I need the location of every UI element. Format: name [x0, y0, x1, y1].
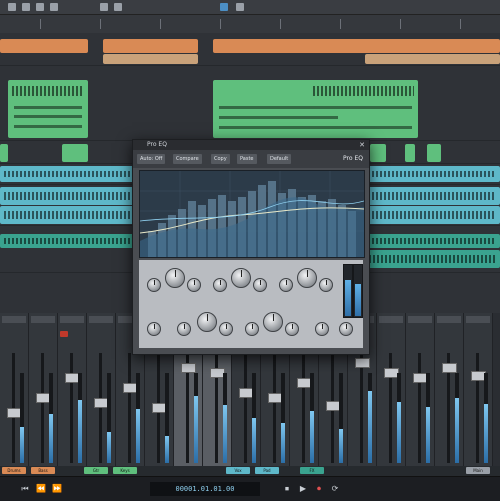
band-q-knob[interactable]	[253, 278, 267, 292]
track-lane	[0, 33, 500, 66]
channel-strip[interactable]	[406, 313, 435, 481]
fast-forward-icon[interactable]: ⏩	[52, 484, 62, 494]
copy-button[interactable]: Copy	[211, 154, 230, 164]
paste-button[interactable]: Paste	[237, 154, 257, 164]
rewind-icon[interactable]: ⏪	[36, 484, 46, 494]
volume-fader[interactable]	[442, 363, 457, 373]
channel-strip[interactable]	[58, 313, 87, 481]
band-freq-knob[interactable]	[165, 268, 185, 288]
band-freq-knob[interactable]	[231, 268, 251, 288]
midi-clip[interactable]	[370, 144, 386, 162]
record-arm-button[interactable]	[60, 331, 68, 337]
channel-name	[408, 316, 432, 323]
band-gain-knob[interactable]	[147, 322, 161, 336]
channel-tag[interactable]: Keys	[113, 467, 137, 474]
band-q-knob[interactable]	[187, 278, 201, 292]
channel-tag[interactable]: Pad	[255, 467, 279, 474]
automation-button[interactable]: Auto: Off	[137, 154, 166, 164]
channel-tag[interactable]: Vox	[226, 467, 250, 474]
plugin-window[interactable]: Pro EQ ✕ Auto: Off Compare Copy Paste De…	[132, 139, 370, 355]
audio-clip[interactable]	[0, 39, 88, 53]
channel-tag[interactable]: Gtr	[84, 467, 108, 474]
midi-clip[interactable]	[213, 80, 418, 138]
channel-tag[interactable]: Bass	[31, 467, 55, 474]
default-button[interactable]: Default	[267, 154, 292, 164]
volume-fader[interactable]	[355, 358, 370, 368]
band-gain-knob[interactable]	[285, 322, 299, 336]
mute-icon[interactable]	[114, 3, 122, 11]
channel-strip[interactable]	[87, 313, 116, 481]
band-gain-knob[interactable]	[279, 278, 293, 292]
channel-name	[89, 316, 113, 323]
channel-name	[60, 316, 84, 323]
channel-strip[interactable]	[377, 313, 406, 481]
top-toolbar	[0, 0, 500, 15]
plugin-brand: Pro EQ	[343, 155, 363, 162]
audio-clip[interactable]	[365, 54, 500, 64]
stop-icon[interactable]: ⏹	[282, 484, 292, 494]
band-q-knob[interactable]	[245, 322, 259, 336]
channel-name	[379, 316, 403, 323]
band-q-knob[interactable]	[319, 278, 333, 292]
band-gain-knob[interactable]	[219, 322, 233, 336]
band-freq-knob[interactable]	[197, 312, 217, 332]
eraser-icon[interactable]	[50, 3, 58, 11]
channel-strip[interactable]	[435, 313, 464, 481]
loop-icon[interactable]: ⟳	[330, 484, 340, 494]
plugin-header: Auto: Off Compare Copy Paste Default Pro…	[133, 150, 369, 168]
midi-clip[interactable]	[405, 144, 415, 162]
split-icon[interactable]	[36, 3, 44, 11]
eq-control-panel	[139, 260, 363, 348]
channel-tag[interactable]: FX	[300, 467, 324, 474]
band-freq-knob[interactable]	[263, 312, 283, 332]
channel-tag[interactable]: Drums	[2, 467, 26, 474]
time-display: 00001.01.01.00	[150, 482, 260, 496]
bend-icon[interactable]	[220, 3, 228, 11]
channel-name	[31, 316, 55, 323]
midi-clip[interactable]	[0, 144, 8, 162]
listen-icon[interactable]	[236, 3, 244, 11]
channel-name	[466, 316, 490, 323]
plugin-titlebar[interactable]: Pro EQ ✕	[133, 140, 369, 150]
band-freq-knob[interactable]	[297, 268, 317, 288]
close-icon[interactable]: ✕	[358, 141, 366, 149]
track-lane	[0, 66, 500, 141]
channel-tag[interactable]: Main	[466, 467, 490, 474]
rewind-start-icon[interactable]: ⏮	[20, 484, 30, 494]
audio-clip[interactable]	[103, 54, 198, 64]
channel-strip[interactable]	[0, 313, 29, 481]
channel-strip[interactable]	[29, 313, 58, 481]
transport-bar: ⏮ ⏪ ⏩ 00001.01.01.00 ⏹ ▶ ⏺ ⟳	[0, 476, 500, 501]
output-trim-knob[interactable]	[339, 322, 353, 336]
record-icon[interactable]: ⏺	[314, 484, 324, 494]
channel-name	[2, 316, 26, 323]
output-level-meter	[343, 264, 353, 318]
range-icon[interactable]	[22, 3, 30, 11]
eq-spectrum-display[interactable]	[139, 170, 365, 258]
band-gain-knob[interactable]	[147, 278, 161, 292]
midi-clip[interactable]	[62, 144, 88, 162]
timeline-ruler[interactable]	[0, 15, 500, 33]
audio-clip[interactable]	[103, 39, 198, 53]
channel-tag-row: Drums Bass Gtr Keys Vox Pad FX Main	[0, 466, 500, 476]
channel-strip[interactable]	[464, 313, 493, 481]
volume-fader[interactable]	[181, 363, 196, 373]
output-gain-knob[interactable]	[315, 322, 329, 336]
play-icon[interactable]: ▶	[298, 484, 308, 494]
midi-clip[interactable]	[8, 80, 88, 138]
midi-clip[interactable]	[427, 144, 441, 162]
band-gain-knob[interactable]	[213, 278, 227, 292]
plugin-title: Pro EQ	[147, 141, 167, 148]
arrow-icon[interactable]	[8, 3, 16, 11]
output-level-meter	[353, 264, 363, 318]
compare-button[interactable]: Compare	[173, 154, 202, 164]
channel-name	[437, 316, 461, 323]
audio-clip[interactable]	[365, 250, 500, 268]
paint-icon[interactable]	[100, 3, 108, 11]
band-q-knob[interactable]	[177, 322, 191, 336]
audio-clip[interactable]	[213, 39, 500, 53]
